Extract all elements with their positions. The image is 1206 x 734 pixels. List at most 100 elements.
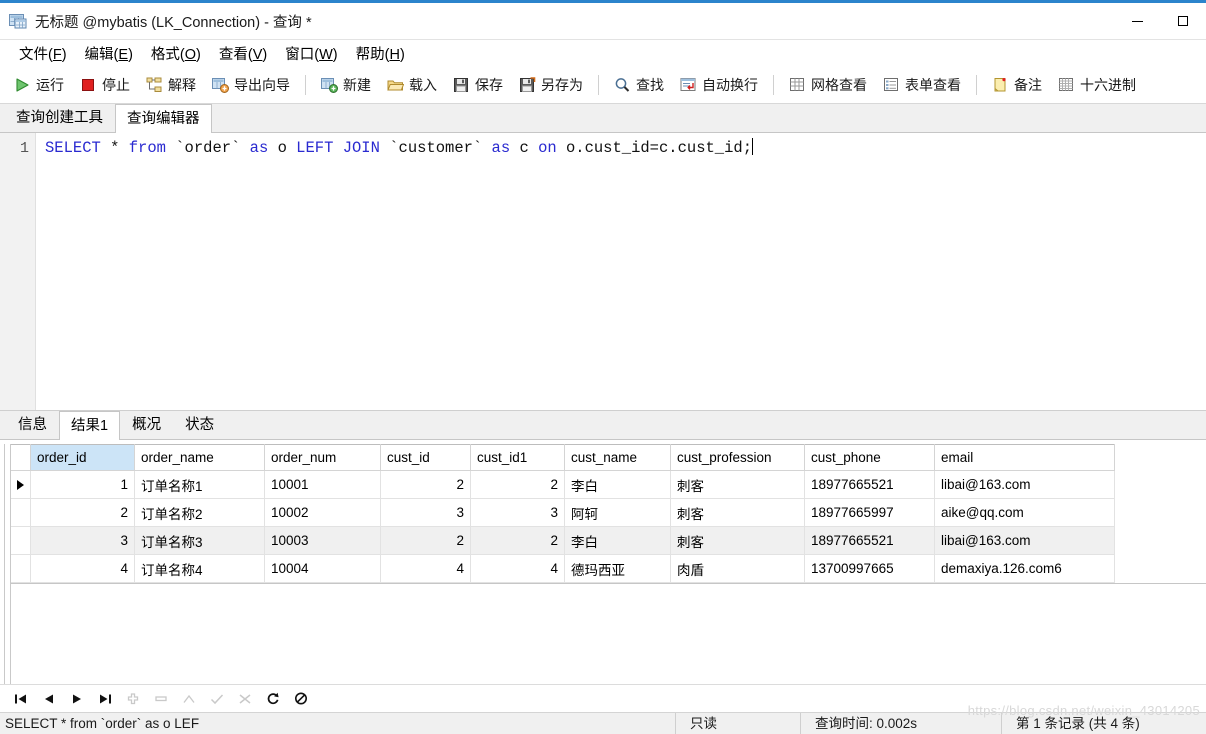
cell-order-id[interactable]: 2 bbox=[30, 498, 135, 527]
last-record-button[interactable] bbox=[94, 689, 116, 709]
cell-email[interactable]: libai@163.com bbox=[934, 470, 1115, 499]
previous-record-button[interactable] bbox=[38, 689, 60, 709]
cell-order-id[interactable]: 1 bbox=[30, 470, 135, 499]
cell-order-id[interactable]: 3 bbox=[30, 526, 135, 555]
column-header-order-num[interactable]: order_num bbox=[264, 444, 381, 471]
tab-query-editor[interactable]: 查询编辑器 bbox=[115, 104, 212, 133]
tab-info[interactable]: 信息 bbox=[6, 411, 59, 439]
toolbar-button-memo[interactable]: 备注 bbox=[984, 70, 1050, 100]
toolbar-button-load[interactable]: 载入 bbox=[379, 70, 445, 100]
cell-order-num[interactable]: 10003 bbox=[264, 526, 381, 555]
cell-cust-id1[interactable]: 2 bbox=[470, 526, 565, 555]
column-header-cust-name[interactable]: cust_name bbox=[564, 444, 671, 471]
toolbar-button-new[interactable]: 新建 bbox=[313, 70, 379, 100]
result-grid[interactable]: order_id order_name order_num cust_id cu… bbox=[10, 444, 1206, 584]
refresh-button[interactable] bbox=[262, 689, 284, 709]
cell-email[interactable]: libai@163.com bbox=[934, 526, 1115, 555]
column-header-cust-id[interactable]: cust_id bbox=[380, 444, 471, 471]
column-header-email[interactable]: email bbox=[934, 444, 1115, 471]
sql-token-join: JOIN bbox=[342, 139, 380, 157]
first-record-icon bbox=[14, 693, 28, 705]
cell-order-num[interactable]: 10004 bbox=[264, 554, 381, 583]
cell-cust-id[interactable]: 2 bbox=[380, 470, 471, 499]
minimize-button[interactable] bbox=[1114, 3, 1160, 39]
cell-cust-id1[interactable]: 4 bbox=[470, 554, 565, 583]
table-row[interactable]: 4 订单名称4 10004 4 4 德玛西亚 肉盾 13700997665 de… bbox=[10, 554, 1115, 583]
first-record-button[interactable] bbox=[10, 689, 32, 709]
cell-order-name[interactable]: 订单名称4 bbox=[134, 554, 265, 583]
stop-load-button[interactable] bbox=[290, 689, 312, 709]
toolbar-button-explain[interactable]: 解释 bbox=[138, 70, 204, 100]
cell-cust-id[interactable]: 2 bbox=[380, 526, 471, 555]
cell-cust-id[interactable]: 4 bbox=[380, 554, 471, 583]
tab-status[interactable]: 状态 bbox=[173, 411, 227, 439]
cell-order-id[interactable]: 4 bbox=[30, 554, 135, 583]
delete-record-button[interactable] bbox=[150, 689, 172, 709]
toolbar-button-save[interactable]: 保存 bbox=[445, 70, 511, 100]
cell-cust-id1[interactable]: 2 bbox=[470, 470, 565, 499]
sql-token-as-1: as bbox=[249, 139, 269, 157]
cell-cust-phone[interactable]: 18977665521 bbox=[804, 470, 935, 499]
cell-email[interactable]: demaxiya.126.com6 bbox=[934, 554, 1115, 583]
menu-item-format[interactable]: 格式(O) bbox=[142, 41, 210, 66]
menu-accel-file: F bbox=[52, 47, 62, 63]
tab-result-1[interactable]: 结果1 bbox=[59, 411, 121, 440]
cell-order-name[interactable]: 订单名称2 bbox=[134, 498, 265, 527]
toolbar-button-word-wrap[interactable]: 自动换行 bbox=[672, 70, 766, 100]
cell-cust-id1[interactable]: 3 bbox=[470, 498, 565, 527]
column-header-cust-phone[interactable]: cust_phone bbox=[804, 444, 935, 471]
cell-cust-name[interactable]: 李白 bbox=[564, 526, 671, 555]
toolbar-button-export-wizard[interactable]: 导出向导 bbox=[204, 70, 298, 100]
toolbar-button-stop[interactable]: 停止 bbox=[72, 70, 138, 100]
next-record-icon bbox=[70, 693, 84, 705]
menu-item-window[interactable]: 窗口(W) bbox=[276, 41, 346, 66]
sql-code-area[interactable]: SELECT * from `order` as o LEFT JOIN `cu… bbox=[36, 133, 1206, 410]
sql-editor[interactable]: 1 SELECT * from `order` as o LEFT JOIN `… bbox=[0, 133, 1206, 411]
tab-profile[interactable]: 概况 bbox=[120, 411, 174, 439]
table-row[interactable]: 1 订单名称1 10001 2 2 李白 刺客 18977665521 liba… bbox=[10, 470, 1115, 499]
cell-cust-profession[interactable]: 肉盾 bbox=[670, 554, 805, 583]
maximize-button[interactable] bbox=[1160, 3, 1206, 39]
cell-cust-phone[interactable]: 13700997665 bbox=[804, 554, 935, 583]
cell-order-num[interactable]: 10002 bbox=[264, 498, 381, 527]
cell-order-name[interactable]: 订单名称1 bbox=[134, 470, 265, 499]
cell-cust-name[interactable]: 德玛西亚 bbox=[564, 554, 671, 583]
toolbar-button-save-as[interactable]: 另存为 bbox=[511, 70, 591, 100]
cell-cust-phone[interactable]: 18977665521 bbox=[804, 526, 935, 555]
row-header-corner[interactable] bbox=[10, 444, 31, 471]
menu-item-help[interactable]: 帮助(H) bbox=[347, 41, 414, 66]
toolbar-label-find: 查找 bbox=[636, 77, 664, 93]
cell-email[interactable]: aike@qq.com bbox=[934, 498, 1115, 527]
minimize-icon bbox=[1131, 20, 1143, 22]
edit-record-button[interactable] bbox=[178, 689, 200, 709]
menu-item-view[interactable]: 查看(V) bbox=[210, 41, 276, 66]
column-header-cust-id1[interactable]: cust_id1 bbox=[470, 444, 565, 471]
cell-cust-profession[interactable]: 刺客 bbox=[670, 470, 805, 499]
column-header-order-id[interactable]: order_id bbox=[30, 444, 135, 471]
cell-cust-id[interactable]: 3 bbox=[380, 498, 471, 527]
column-header-order-name[interactable]: order_name bbox=[134, 444, 265, 471]
cell-cust-phone[interactable]: 18977665997 bbox=[804, 498, 935, 527]
tab-query-builder[interactable]: 查询创建工具 bbox=[4, 104, 115, 132]
toolbar-button-run[interactable]: 运行 bbox=[6, 70, 72, 100]
toolbar-button-grid-view[interactable]: 网格查看 bbox=[781, 70, 875, 100]
cell-cust-profession[interactable]: 刺客 bbox=[670, 498, 805, 527]
add-record-button[interactable] bbox=[122, 689, 144, 709]
apply-change-button[interactable] bbox=[206, 689, 228, 709]
cell-cust-name[interactable]: 李白 bbox=[564, 470, 671, 499]
table-row[interactable]: 3 订单名称3 10003 2 2 李白 刺客 18977665521 liba… bbox=[10, 526, 1115, 555]
cell-order-num[interactable]: 10001 bbox=[264, 470, 381, 499]
result-tabstrip: 信息 结果1 概况 状态 bbox=[0, 411, 1206, 440]
toolbar-button-form-view[interactable]: 表单查看 bbox=[875, 70, 969, 100]
table-row[interactable]: 2 订单名称2 10002 3 3 阿轲 刺客 18977665997 aike… bbox=[10, 498, 1115, 527]
column-header-cust-profession[interactable]: cust_profession bbox=[670, 444, 805, 471]
cell-cust-profession[interactable]: 刺客 bbox=[670, 526, 805, 555]
toolbar-button-find[interactable]: 查找 bbox=[606, 70, 672, 100]
next-record-button[interactable] bbox=[66, 689, 88, 709]
menu-item-file[interactable]: 文件(F) bbox=[10, 41, 76, 66]
cell-cust-name[interactable]: 阿轲 bbox=[564, 498, 671, 527]
toolbar-button-hex[interactable]: 十六进制 bbox=[1050, 70, 1144, 100]
cell-order-name[interactable]: 订单名称3 bbox=[134, 526, 265, 555]
cancel-change-button[interactable] bbox=[234, 689, 256, 709]
menu-item-edit[interactable]: 编辑(E) bbox=[76, 41, 142, 66]
